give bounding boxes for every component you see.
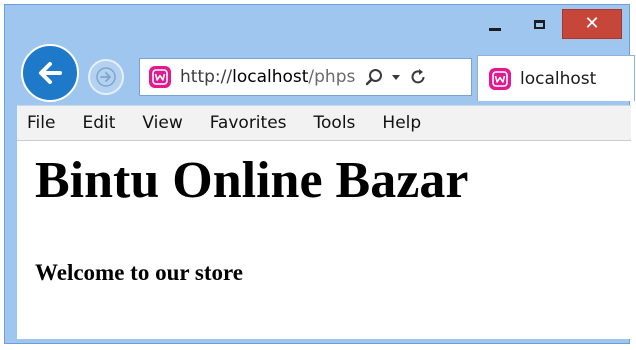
tab-label: localhost bbox=[520, 68, 597, 89]
menu-item-favorites[interactable]: Favorites bbox=[201, 113, 296, 133]
minimize-button[interactable] bbox=[474, 9, 516, 39]
wamp-server-icon bbox=[489, 67, 511, 90]
tab-localhost[interactable]: localhost bbox=[477, 55, 635, 101]
url-path: /phpsc bbox=[308, 67, 356, 87]
address-dropdown-button[interactable] bbox=[390, 71, 402, 83]
menu-bar: File Edit View Favorites Tools Help bbox=[17, 105, 631, 141]
maximize-icon bbox=[533, 19, 545, 29]
wamp-server-icon bbox=[149, 66, 171, 88]
url-host: localhost bbox=[232, 67, 309, 87]
search-icon bbox=[365, 69, 382, 86]
back-button[interactable] bbox=[21, 44, 79, 102]
forward-button[interactable] bbox=[88, 59, 124, 95]
refresh-button[interactable] bbox=[408, 67, 428, 87]
search-button[interactable] bbox=[364, 67, 384, 87]
address-bar[interactable]: http://localhost/phpsc bbox=[139, 58, 472, 96]
menu-item-edit[interactable]: Edit bbox=[73, 113, 124, 133]
dropdown-arrow-icon bbox=[392, 75, 400, 80]
url-scheme: http:// bbox=[180, 67, 233, 87]
close-button[interactable]: ✕ bbox=[562, 9, 622, 39]
browser-window: ✕ http://localhost/phpsc bbox=[4, 4, 635, 344]
page-content: Bintu Online Bazar Welcome to our store bbox=[17, 141, 631, 339]
close-icon: ✕ bbox=[584, 13, 600, 34]
forward-arrow-icon bbox=[96, 67, 116, 87]
menu-item-view[interactable]: View bbox=[133, 113, 191, 133]
minimize-icon bbox=[489, 27, 501, 31]
maximize-button[interactable] bbox=[518, 9, 560, 39]
menu-item-tools[interactable]: Tools bbox=[305, 113, 365, 133]
menu-item-file[interactable]: File bbox=[17, 113, 64, 133]
refresh-icon bbox=[411, 69, 425, 84]
back-arrow-icon bbox=[39, 62, 62, 84]
url-text[interactable]: http://localhost/phpsc bbox=[180, 67, 356, 87]
page-title: Bintu Online Bazar bbox=[35, 152, 469, 209]
page-subtitle: Welcome to our store bbox=[35, 260, 244, 285]
menu-item-help[interactable]: Help bbox=[373, 113, 430, 133]
